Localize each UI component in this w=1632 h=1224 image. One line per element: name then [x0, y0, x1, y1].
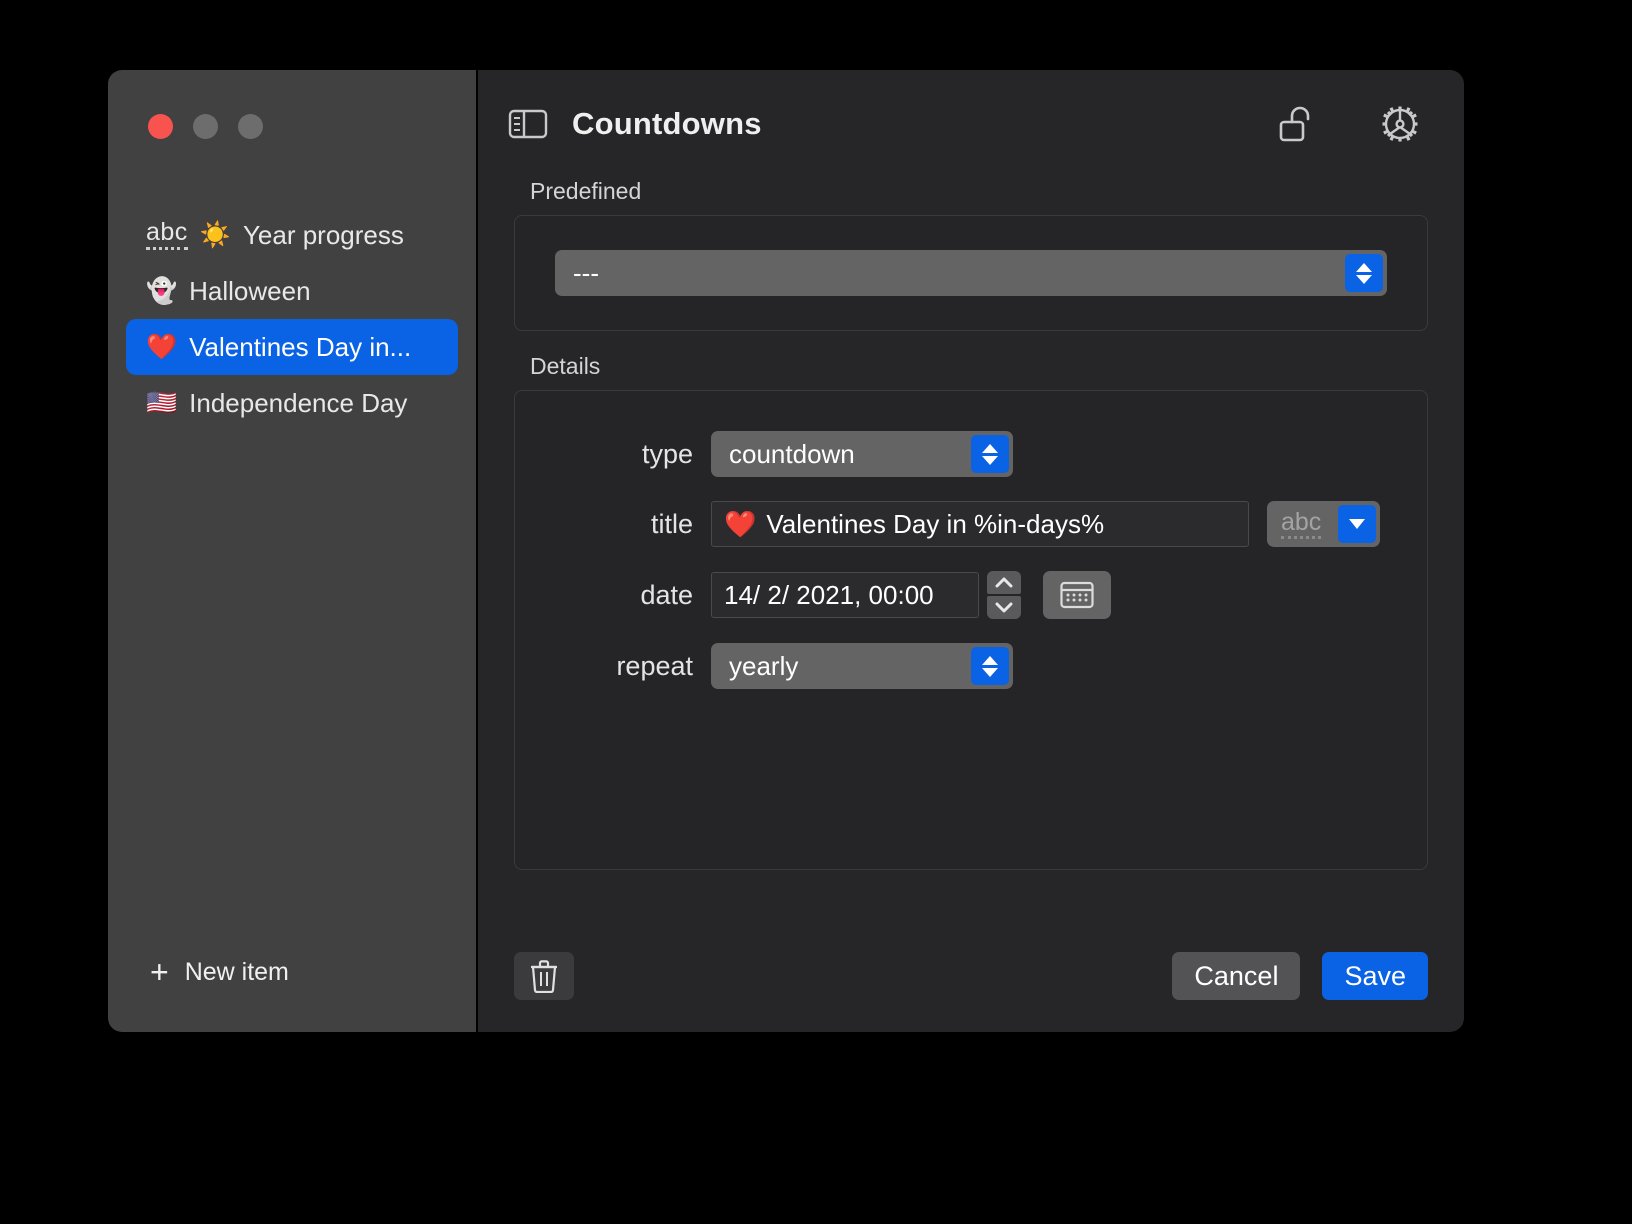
date-stepper[interactable]	[987, 571, 1021, 619]
repeat-select[interactable]: yearly	[711, 643, 1013, 689]
trash-icon	[531, 960, 557, 993]
sidebar-item-year-progress[interactable]: abc ☀️ Year progress	[126, 207, 458, 263]
main-panel: Countdowns Predefined --- Details type c…	[476, 70, 1464, 1032]
row-repeat: repeat yearly	[515, 643, 1427, 689]
sidebar-item-label: Year progress	[242, 219, 404, 250]
close-window-button[interactable]	[148, 114, 173, 139]
cancel-button[interactable]: Cancel	[1172, 952, 1301, 1000]
title-language-button[interactable]: abc	[1267, 501, 1380, 547]
new-item-button[interactable]: + New item	[108, 956, 476, 1032]
sidebar-item-independence-day[interactable]: 🇺🇸 Independence Day	[126, 375, 458, 431]
row-title: title ❤️ Valentines Day in %in-days% abc	[515, 501, 1427, 547]
sidebar: abc ☀️ Year progress 👻 Halloween ❤️ Vale…	[108, 70, 476, 1032]
heart-icon: ❤️	[724, 508, 757, 539]
abc-badge-icon: abc	[146, 220, 188, 250]
chevron-down-icon	[1338, 505, 1376, 543]
us-flag-icon: 🇺🇸	[146, 388, 178, 417]
minimize-window-button[interactable]	[193, 114, 218, 139]
abc-label: abc	[1281, 509, 1322, 539]
date-label: date	[640, 579, 693, 610]
page-title: Countdowns	[572, 106, 762, 141]
repeat-select-value: yearly	[729, 650, 799, 681]
sun-icon: ☀️	[199, 220, 231, 249]
chevron-up-down-icon	[971, 647, 1009, 685]
sidebar-item-label: Valentines Day in...	[189, 331, 412, 362]
predefined-select-value: ---	[573, 257, 599, 288]
row-date: date 14/ 2/ 2021, 00:00	[515, 571, 1427, 619]
gear-icon[interactable]	[1378, 102, 1422, 146]
sidebar-item-list: abc ☀️ Year progress 👻 Halloween ❤️ Vale…	[108, 207, 476, 956]
type-select[interactable]: countdown	[711, 431, 1013, 477]
unlocked-padlock-icon[interactable]	[1276, 102, 1316, 146]
details-group-label: Details	[530, 353, 601, 379]
type-label: type	[641, 438, 693, 469]
date-input[interactable]: 14/ 2/ 2021, 00:00	[711, 572, 979, 618]
sidebar-item-label: Independence Day	[189, 387, 408, 418]
zoom-window-button[interactable]	[238, 114, 263, 139]
row-type: type countdown	[515, 431, 1427, 477]
predefined-group-label: Predefined	[530, 178, 642, 204]
title-input[interactable]: ❤️ Valentines Day in %in-days%	[711, 501, 1249, 547]
sidebar-item-label: Halloween	[189, 275, 311, 306]
type-select-value: countdown	[729, 438, 855, 469]
app-window: abc ☀️ Year progress 👻 Halloween ❤️ Vale…	[108, 70, 1464, 1032]
ghost-icon: 👻	[146, 276, 178, 305]
sidebar-item-valentines-day[interactable]: ❤️ Valentines Day in...	[126, 319, 458, 375]
calendar-picker-button[interactable]	[1043, 571, 1111, 619]
predefined-group-box: ---	[514, 215, 1428, 331]
chevron-up-down-icon	[971, 435, 1009, 473]
titlebar: Countdowns	[478, 70, 1464, 178]
details-group-box: type countdown title ❤️ Valentines Day i…	[514, 390, 1428, 870]
heart-icon: ❤️	[146, 332, 178, 361]
save-button[interactable]: Save	[1322, 952, 1428, 1000]
sidebar-toggle-icon[interactable]	[508, 108, 548, 140]
calendar-icon	[1060, 581, 1094, 609]
chevron-up-down-icon	[1345, 254, 1383, 292]
delete-button[interactable]	[514, 952, 574, 1000]
traffic-lights	[108, 70, 476, 139]
plus-icon: +	[150, 954, 169, 990]
date-input-value: 14/ 2/ 2021, 00:00	[724, 579, 934, 610]
new-item-label: New item	[184, 957, 289, 986]
footer-actions: Cancel Save	[514, 952, 1428, 1000]
predefined-select[interactable]: ---	[555, 250, 1387, 296]
content-area: Predefined --- Details type countdown ti…	[478, 178, 1464, 870]
title-input-value: Valentines Day in %in-days%	[766, 508, 1105, 539]
title-label: title	[650, 508, 693, 539]
repeat-label: repeat	[616, 650, 693, 681]
stepper-down-button[interactable]	[987, 596, 1021, 619]
sidebar-item-halloween[interactable]: 👻 Halloween	[126, 263, 458, 319]
stepper-up-button[interactable]	[987, 571, 1021, 594]
